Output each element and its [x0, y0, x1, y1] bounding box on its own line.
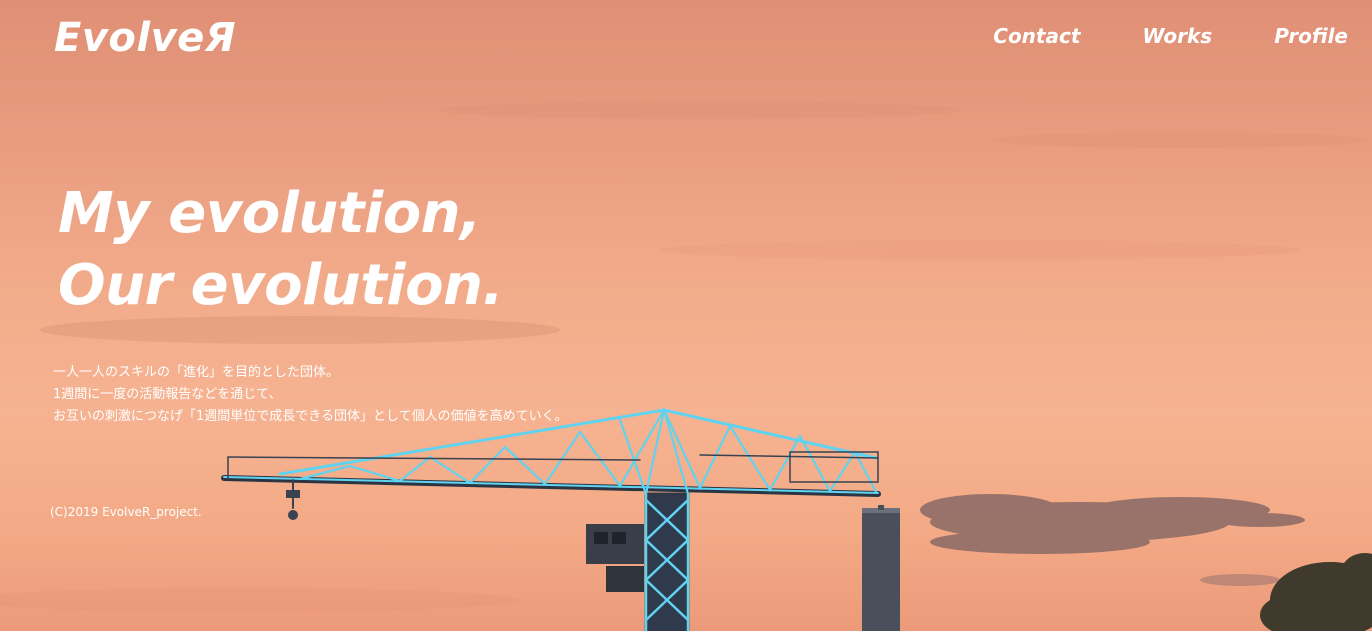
hero-description: 一人一人のスキルの「進化」を目的とした団体。 1週間に一度の活動報告などを通じて…: [53, 362, 568, 428]
main-nav: Contact Works Profile: [931, 22, 1348, 50]
headline-line-1: My evolution,: [58, 181, 481, 246]
hero-headline: My evolution, Our evolution.: [58, 178, 504, 322]
description-line-3: お互いの刺激につなげ「1週間単位で成長できる団体」として個人の価値を高めていく。: [53, 409, 568, 424]
nav-link-contact[interactable]: Contact: [993, 22, 1080, 50]
tree: [1260, 553, 1372, 631]
hero-section: EvolveЯ Contact Works Profile My evoluti…: [0, 0, 1372, 631]
tower: [862, 505, 900, 631]
site-logo[interactable]: EvolveЯ: [54, 14, 236, 62]
dark-cloud: [920, 494, 1305, 554]
description-line-2: 1週間に一度の活動報告などを通じて、: [53, 387, 282, 402]
nav-link-works[interactable]: Works: [1142, 22, 1212, 50]
headline-line-2: Our evolution.: [58, 253, 504, 318]
copyright: (C)2019 EvolveR_project.: [50, 505, 202, 519]
description-line-1: 一人一人のスキルの「進化」を目的とした団体。: [53, 365, 340, 380]
nav-link-profile[interactable]: Profile: [1274, 22, 1348, 50]
